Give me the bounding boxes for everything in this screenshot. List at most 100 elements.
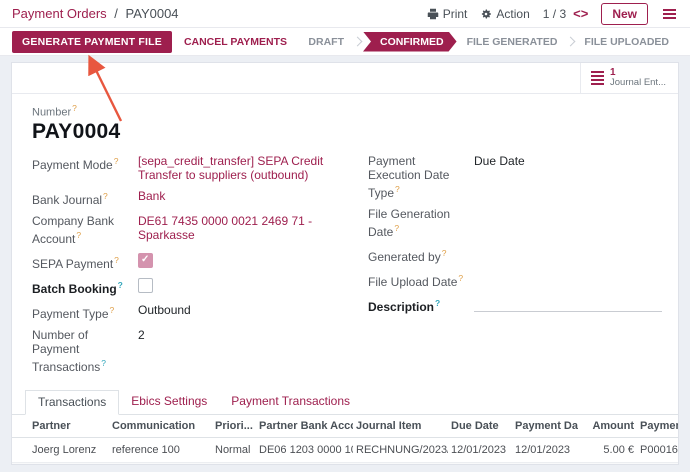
field-label: Company Bank Account? — [32, 214, 138, 246]
field-label-text: Batch Booking — [32, 282, 117, 296]
breadcrumb: Payment Orders / PAY0004 — [12, 6, 179, 21]
help-icon: ? — [114, 255, 119, 265]
column-header-partner[interactable]: Partner — [12, 415, 109, 438]
field-label: Payment Mode? — [32, 154, 138, 182]
number-field-label: Number? — [32, 103, 662, 119]
field-value: 2 — [138, 328, 352, 374]
field-label: Number of Payment Transactions? — [32, 328, 138, 374]
table-cell: 5.00 € — [578, 437, 637, 462]
help-icon: ? — [394, 223, 399, 233]
action-menu-button[interactable]: Action — [480, 7, 529, 21]
tab-transactions[interactable]: Transactions — [25, 390, 119, 415]
column-header-payment-da[interactable]: Payment Da... — [512, 415, 578, 438]
pager: 1 / 3 <> — [543, 6, 589, 21]
field-value — [474, 271, 662, 289]
table-cell: Joerg Lorenz — [12, 437, 109, 462]
field-label-text: Payment Execution Date Type — [368, 154, 449, 200]
payment-mode-link[interactable]: [sepa_credit_transfer] SEPA Credit Trans… — [138, 154, 323, 182]
table-cell: 12/01/2023 — [448, 462, 512, 465]
field-payment-execution-date-type: Payment Execution Date Type?Due Date — [368, 154, 662, 200]
field-number-of-payment-transactions: Number of Payment Transactions?2 — [32, 328, 352, 374]
top-bar: Payment Orders / PAY0004 Print Action 1 … — [0, 0, 690, 28]
field-value-text: Outbound — [138, 303, 191, 317]
table-cell: DE06 1203 0000 1057 25 — [256, 437, 353, 462]
table-row[interactable]: Joerg Lorenzreference 100NormalDE06 1203… — [12, 437, 679, 462]
tab-ebics-settings[interactable]: Ebics Settings — [119, 390, 219, 415]
tab-payment-transactions[interactable]: Payment Transactions — [219, 390, 362, 415]
column-header-partner-bank-account[interactable]: Partner Bank Account — [256, 415, 353, 438]
print-label: Print — [443, 7, 468, 21]
table-cell: P00016 — [637, 437, 679, 462]
field-label-text: Payment Mode — [32, 158, 113, 172]
statusbar: DRAFT CONFIRMEDFILE GENERATED FILE UPLOADE… — [299, 32, 678, 52]
field-file-upload-date: File Upload Date? — [368, 271, 662, 289]
column-header-amount[interactable]: Amount — [578, 415, 637, 438]
field-value-text: 2 — [138, 328, 145, 342]
breadcrumb-record: PAY0004 — [126, 6, 179, 21]
header-row: PartnerCommunicationPriori...Partner Ban… — [12, 415, 679, 438]
table-cell: Joerg Lorenz — [12, 462, 109, 465]
field-batch-booking: Batch Booking? — [32, 278, 352, 296]
column-header-communication[interactable]: Communication — [109, 415, 212, 438]
new-button[interactable]: New — [601, 3, 648, 25]
gear-icon — [480, 8, 492, 20]
statusbar-step-draft[interactable]: DRAFT — [299, 32, 353, 52]
field-label-text: SEPA Payment — [32, 257, 113, 271]
pager-previous-icon[interactable]: < — [573, 6, 581, 21]
table-cell: 7.00 € — [578, 462, 637, 465]
field-value: Due Date — [474, 154, 662, 200]
statusbar-step-file-generated[interactable]: FILE GENERATED — [458, 32, 567, 52]
generate-payment-file-button[interactable]: GENERATE PAYMENT FILE — [12, 31, 172, 53]
bank-journal-link[interactable]: Bank — [138, 189, 165, 203]
pager-next-icon[interactable]: > — [581, 6, 589, 21]
table-cell: RECHNUNG/2023/0006 ( — [353, 437, 448, 462]
help-icon: ? — [442, 248, 447, 258]
help-icon: ? — [72, 103, 77, 113]
column-header-journal-item[interactable]: Journal Item — [353, 415, 448, 438]
journal-entries-label: Journal Ent... — [610, 78, 666, 89]
help-icon: ? — [435, 298, 440, 308]
column-header-due-date[interactable]: Due Date — [448, 415, 512, 438]
sepa-payment-checkbox[interactable] — [138, 253, 153, 268]
table-cell: Vendor Payment 7.00 € - — [109, 462, 212, 465]
menu-toggle-icon[interactable] — [661, 7, 678, 21]
top-controls: Print Action 1 / 3 <> New — [427, 3, 678, 25]
field-value-text: Due Date — [474, 154, 525, 168]
batch-booking-checkbox[interactable] — [138, 278, 153, 293]
table-cell: BNK1/2023/0101 (PAY0( — [353, 462, 448, 465]
field-value: Bank — [138, 189, 352, 207]
form-sheet: 1 Journal Ent... Number? PAY0004 Payment… — [11, 62, 679, 465]
field-label: Payment Type? — [32, 303, 138, 321]
field-value: [sepa_credit_transfer] SEPA Credit Trans… — [138, 154, 352, 182]
field-label: File Upload Date? — [368, 271, 474, 289]
table-cell: DE06 1203 0000 1057 25 — [256, 462, 353, 465]
table-row[interactable]: Joerg LorenzVendor Payment 7.00 € -Norma… — [12, 462, 679, 465]
field-label-text: Bank Journal — [32, 193, 102, 207]
cancel-payments-button[interactable]: CANCEL PAYMENTS — [176, 31, 295, 53]
field-value — [474, 207, 662, 239]
print-button[interactable]: Print — [427, 7, 468, 21]
field-label-text: File Generation Date — [368, 207, 450, 239]
field-sepa-payment: SEPA Payment? — [32, 253, 352, 271]
field-label: SEPA Payment? — [32, 253, 138, 271]
statusbar-step-confirmed[interactable]: CONFIRMED — [363, 32, 457, 52]
statusbar-separator-icon — [566, 37, 576, 47]
journal-entries-stat-button[interactable]: 1 Journal Ent... — [580, 63, 678, 93]
field-label-text: Generated by — [368, 250, 441, 264]
company-bank-account-link[interactable]: DE61 7435 0000 0021 2469 71 - Sparkasse — [138, 214, 312, 242]
field-value — [138, 253, 352, 271]
statusbar-separator-icon — [353, 37, 363, 47]
statusbar-step-file-uploaded[interactable]: FILE UPLOADED — [575, 32, 678, 52]
field-label-text: File Upload Date — [368, 275, 457, 289]
column-header-payment-referen[interactable]: Payment Referen... — [637, 415, 679, 438]
column-header-priori[interactable]: Priori... — [212, 415, 256, 438]
help-icon: ? — [110, 305, 115, 315]
field-label-text: Company Bank Account — [32, 214, 114, 246]
breadcrumb-app-link[interactable]: Payment Orders — [12, 6, 107, 21]
help-icon: ? — [76, 230, 81, 240]
fields-right-column: Payment Execution Date Type?Due DateFile… — [368, 154, 662, 381]
action-bar: GENERATE PAYMENT FILECANCEL PAYMENTS DRA… — [0, 28, 690, 56]
description-input[interactable] — [474, 296, 662, 312]
field-label: File Generation Date? — [368, 207, 474, 239]
journal-entries-icon — [591, 71, 604, 85]
